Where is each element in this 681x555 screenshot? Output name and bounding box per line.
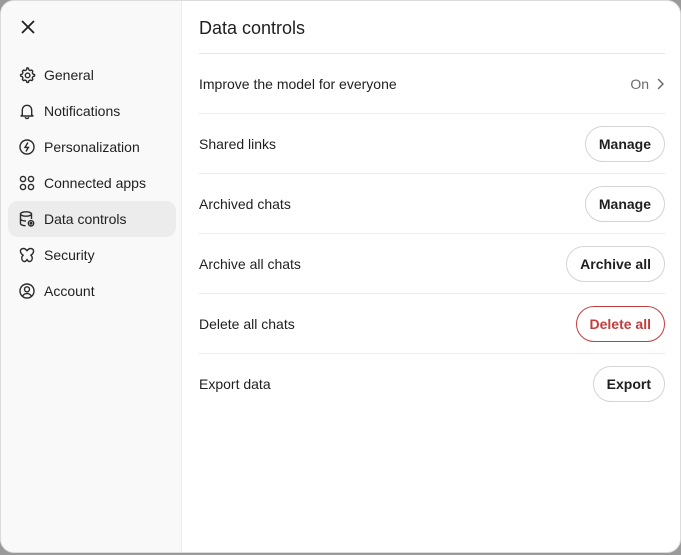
sidebar-item-label: Connected apps: [44, 175, 146, 191]
gear-icon: [18, 66, 36, 84]
chevron-right-icon: [657, 78, 665, 90]
setting-row-improve-model: Improve the model for everyone On: [199, 54, 665, 114]
setting-label: Archive all chats: [199, 255, 301, 272]
archive-all-button[interactable]: Archive all: [566, 245, 665, 282]
apps-icon: [18, 174, 36, 192]
setting-row-archive-all: Archive all chats Archive all: [199, 234, 665, 294]
sidebar-item-general[interactable]: General: [8, 57, 176, 93]
sidebar-item-notifications[interactable]: Notifications: [8, 93, 176, 129]
improve-model-value: On: [630, 75, 649, 92]
setting-row-archived-chats: Archived chats Manage: [199, 174, 665, 234]
sidebar-nav: General Notifications Personalization Co…: [8, 57, 176, 309]
sidebar-item-label: Security: [44, 247, 95, 263]
improve-model-toggle[interactable]: On: [630, 76, 665, 92]
manage-archived-chats-button[interactable]: Manage: [584, 185, 665, 222]
sidebar-item-account[interactable]: Account: [8, 273, 176, 309]
close-button[interactable]: [15, 16, 41, 42]
page-title: Data controls: [199, 18, 306, 38]
setting-label: Shared links: [199, 135, 277, 152]
sidebar-item-label: Notifications: [44, 103, 121, 119]
setting-label: Improve the model for everyone: [199, 75, 397, 92]
sidebar-item-label: Personalization: [44, 139, 140, 155]
sidebar-item-connected-apps[interactable]: Connected apps: [8, 165, 176, 201]
setting-label: Delete all chats: [199, 315, 295, 332]
setting-row-shared-links: Shared links Manage: [199, 114, 665, 174]
sidebar-item-data-controls[interactable]: Data controls: [8, 201, 176, 237]
settings-sidebar: General Notifications Personalization Co…: [1, 1, 182, 552]
sidebar-item-label: Account: [44, 283, 95, 299]
setting-label: Archived chats: [199, 195, 291, 212]
sidebar-item-label: Data controls: [44, 211, 127, 227]
setting-row-export-data: Export data Export: [199, 354, 665, 414]
personalization-icon: [18, 138, 36, 156]
security-icon: [18, 246, 36, 264]
bell-icon: [18, 102, 36, 120]
manage-shared-links-button[interactable]: Manage: [584, 125, 665, 162]
close-icon: [21, 20, 35, 39]
setting-label: Export data: [199, 376, 271, 392]
sidebar-item-security[interactable]: Security: [8, 237, 176, 273]
delete-all-button[interactable]: Delete all: [575, 305, 665, 342]
setting-row-delete-all: Delete all chats Delete all: [199, 294, 665, 354]
database-icon: [18, 210, 36, 228]
sidebar-item-personalization[interactable]: Personalization: [8, 129, 176, 165]
account-icon: [18, 282, 36, 300]
export-button[interactable]: Export: [592, 366, 665, 402]
settings-dialog: General Notifications Personalization Co…: [0, 0, 681, 553]
sidebar-item-label: General: [44, 67, 94, 83]
settings-list: Improve the model for everyone On Shared…: [199, 54, 665, 414]
